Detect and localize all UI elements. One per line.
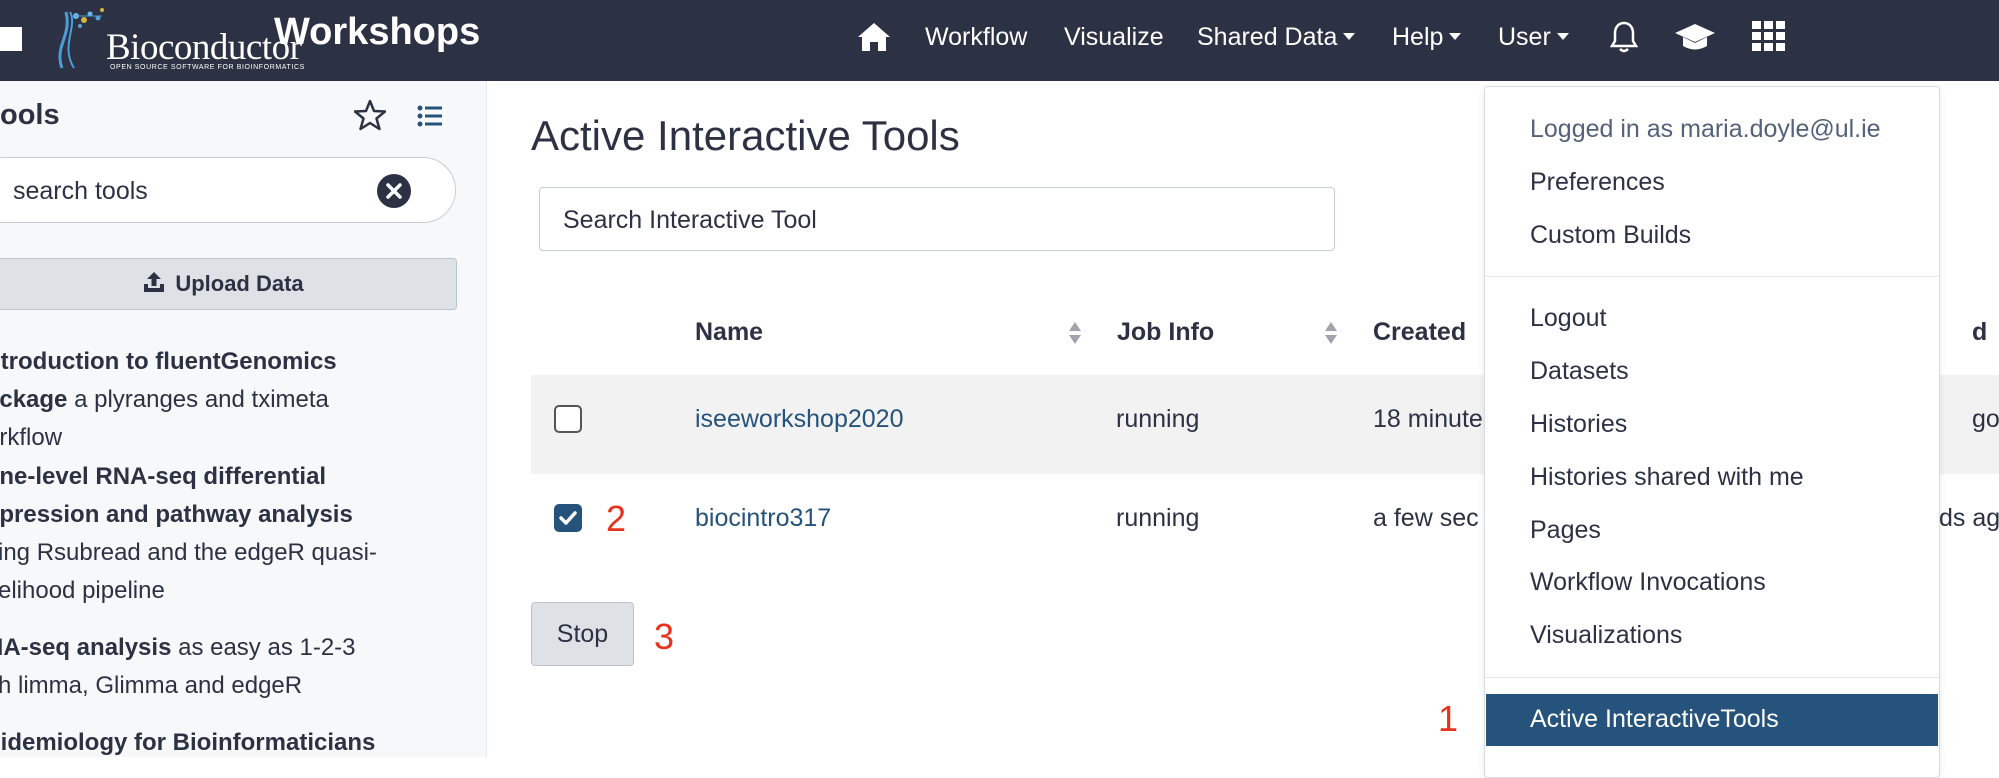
updated-cell: ds ago [1939,504,1999,532]
workshop-desc-cont: ith limma, Glimma and edgeR [0,672,303,699]
menu-item-datasets[interactable]: Datasets [1530,357,1629,386]
workshop-title-cont: ackage [0,386,68,413]
workshop-desc: sing Rsubread and the edgeR quasi- [0,539,377,566]
menu-item-active-label: Active InteractiveTools [1530,705,1779,733]
checkmark-icon [559,511,577,525]
created-cell: 18 minute [1373,405,1483,433]
workshop-desc-cont: kelihood pipeline [0,577,165,604]
menu-item-preferences[interactable]: Preferences [1530,168,1665,197]
nav-visualize[interactable]: Visualize [1064,23,1164,52]
workshop-item-epidemiology[interactable]: pidemiology for Bioinformaticians [0,724,456,757]
nav-shared-data[interactable]: Shared Data [1197,23,1356,52]
workshop-title: pidemiology for Bioinformaticians [0,729,376,756]
brand-title[interactable]: Workshops [274,11,480,54]
page-title: Active Interactive Tools [531,112,960,159]
column-header-job-info[interactable]: Job Info [1117,318,1214,347]
menu-item-histories[interactable]: Histories [1530,410,1627,439]
updated-cell: go [1972,405,1999,433]
workshop-item-rnaseq-de[interactable]: ene-level RNA-seq differential xpression… [0,458,456,610]
nav-workflow[interactable]: Workflow [925,23,1027,52]
home-icon[interactable] [856,21,892,53]
stop-button[interactable]: Stop [531,602,634,666]
menu-item-pages[interactable]: Pages [1530,516,1601,545]
grid-icon[interactable] [1752,21,1786,53]
menu-item-active-interactive-tools[interactable]: Active InteractiveTools [1486,694,1938,746]
bioconductor-logo[interactable]: Bioconductor OPEN SOURCE SOFTWARE FOR BI… [44,6,304,72]
nav-user-label: User [1498,23,1551,51]
row-checkbox[interactable] [554,405,582,433]
chevron-down-icon [1556,32,1569,40]
column-header-name[interactable]: Name [695,318,763,347]
logo-text: Bioconductor [106,27,302,68]
sort-icon[interactable] [1324,321,1338,345]
chevron-down-icon [1449,32,1462,40]
created-cell: a few sec [1373,504,1479,532]
step-marker: 2 [606,498,627,539]
workshop-title: ene-level RNA-seq differential [0,463,327,490]
nav-user[interactable]: User [1498,23,1569,52]
job-info-cell: running [1116,405,1200,433]
workshop-item-fluentgenomics[interactable]: ntroduction to fluentGenomics ackage a p… [0,343,456,457]
column-header-updated[interactable]: d [1972,318,1987,347]
interactive-tool-search-placeholder: Search Interactive Tool [563,206,817,234]
menu-item-visualizations[interactable]: Visualizations [1530,621,1682,650]
workshop-desc: as easy as 1-2-3 [171,634,356,661]
step-marker: 1 [1438,698,1459,739]
menu-divider [1485,276,1939,277]
row-checkbox-checked[interactable] [554,504,582,532]
tool-search-input[interactable]: search tools [0,157,456,223]
logged-in-label: Logged in as maria.doyle@ul.ie [1530,115,1881,143]
workshop-item-rnaseq-123[interactable]: NA-seq analysis as easy as 1-2-3 ith lim… [0,629,456,705]
nav-help-label: Help [1392,23,1444,51]
galaxy-logo-fragment [0,27,22,51]
job-info-cell: running [1116,504,1200,532]
menu-item-workflow-invocations[interactable]: Workflow Invocations [1530,568,1766,597]
step-marker: 3 [654,616,675,657]
graduation-cap-icon[interactable] [1674,22,1716,52]
user-dropdown-menu: Logged in as maria.doyle@ul.ie Preferenc… [1484,86,1940,778]
tool-panel: ools search tools Upload Data ntroductio… [0,81,487,757]
clear-search-icon[interactable] [377,174,411,208]
interactive-tool-search-input[interactable]: Search Interactive Tool [539,187,1335,251]
workshop-desc: a plyranges and tximeta [67,386,329,413]
upload-data-label: Upload Data [175,271,304,296]
workshop-title: NA-seq analysis [0,634,172,661]
column-header-created[interactable]: Created [1373,318,1466,347]
bell-icon[interactable] [1610,20,1638,54]
menu-item-logout[interactable]: Logout [1530,304,1606,333]
interactive-tool-link[interactable]: iseeworkshop2020 [695,405,903,434]
star-icon[interactable] [354,99,386,131]
tool-panel-title: ools [0,99,60,131]
menu-item-histories-shared[interactable]: Histories shared with me [1530,463,1804,492]
nav-shared-data-label: Shared Data [1197,23,1338,51]
chevron-down-icon [1343,32,1356,40]
nav-help[interactable]: Help [1392,23,1462,52]
tool-search-placeholder: search tools [13,177,148,205]
menu-item-custom-builds[interactable]: Custom Builds [1530,221,1691,250]
top-navbar: Bioconductor OPEN SOURCE SOFTWARE FOR BI… [0,0,1999,81]
workshop-desc-cont: orkflow [0,424,63,451]
upload-icon [144,272,165,293]
workshop-title: ntroduction to fluentGenomics [0,348,337,375]
workshop-title-cont: xpression and pathway analysis [0,501,353,528]
list-icon[interactable] [417,105,443,127]
upload-data-button[interactable]: Upload Data [0,258,457,310]
close-icon [386,183,402,199]
logo-subtext: OPEN SOURCE SOFTWARE FOR BIOINFORMATICS [110,64,305,71]
menu-divider [1485,677,1939,678]
interactive-tool-link[interactable]: biocintro317 [695,504,831,533]
sort-icon[interactable] [1068,321,1082,345]
